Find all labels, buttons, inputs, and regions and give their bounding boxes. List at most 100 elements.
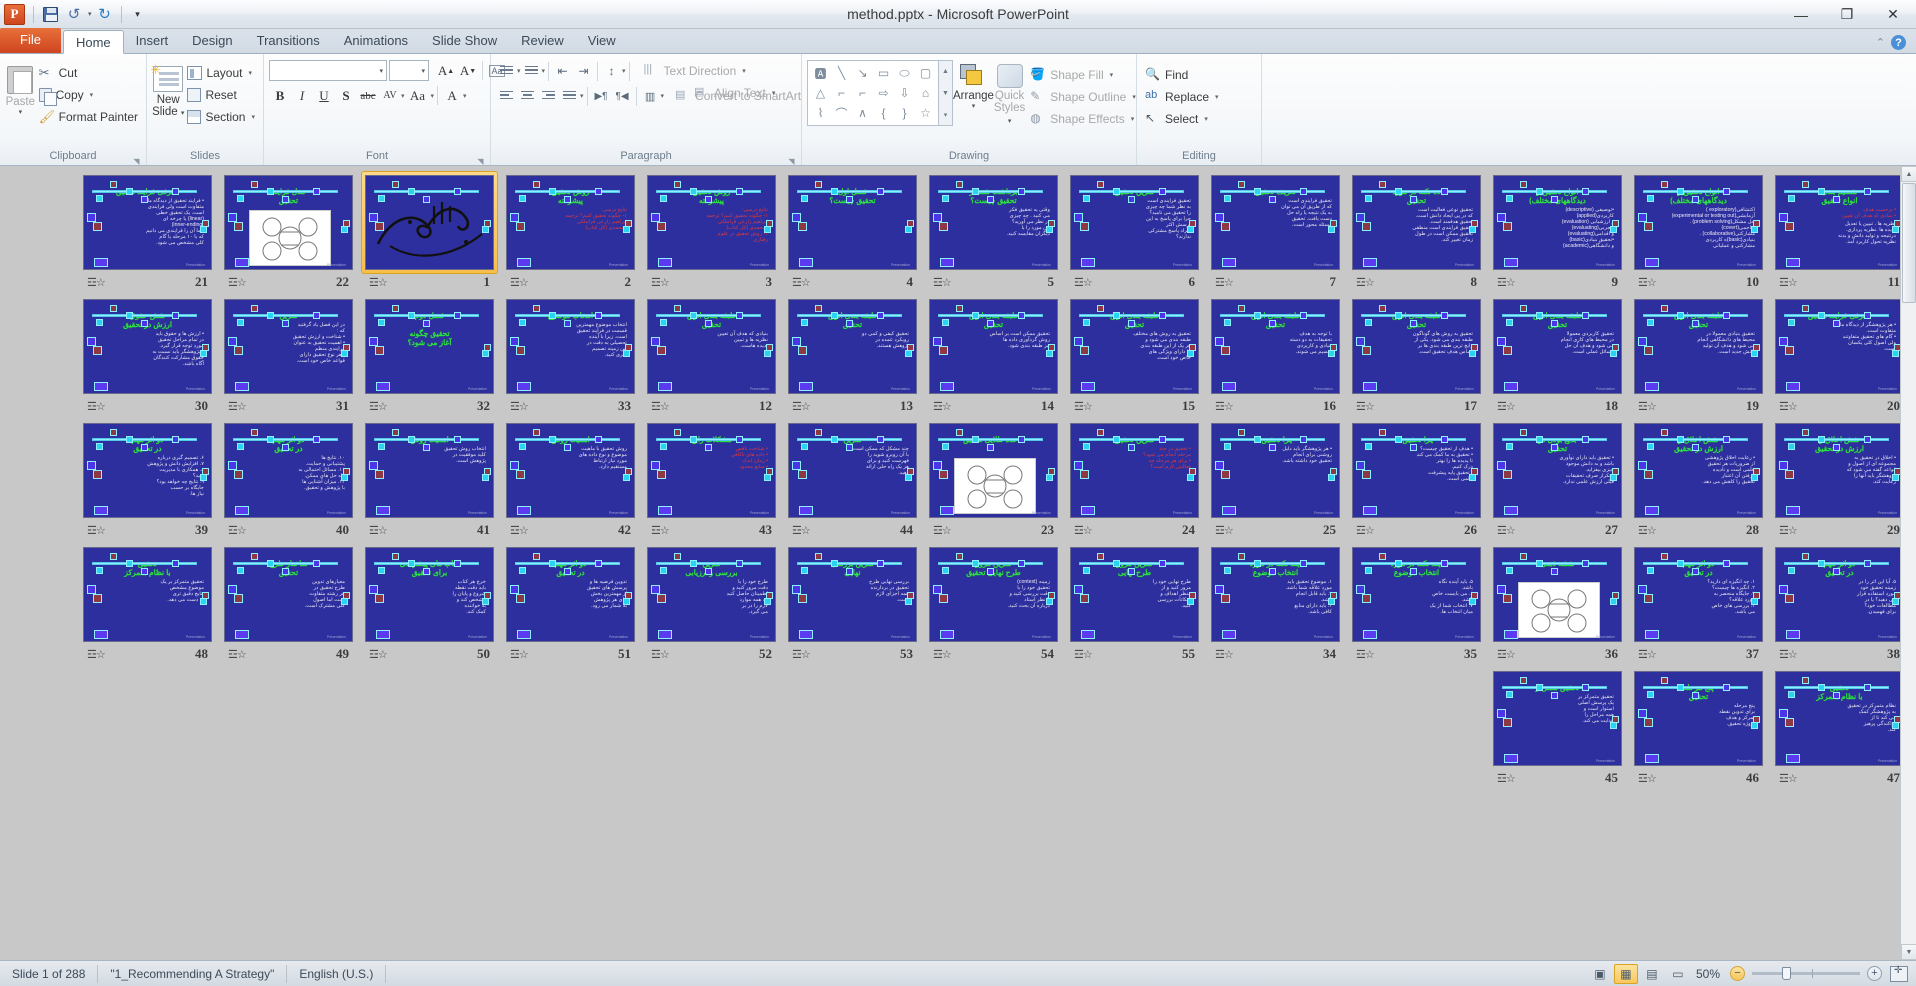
handle[interactable] xyxy=(905,226,912,233)
transition-star-icon[interactable]: ☲☆ xyxy=(651,276,670,289)
transition-star-icon[interactable]: ☲☆ xyxy=(1779,524,1798,537)
handle[interactable] xyxy=(1818,560,1825,567)
transition-star-icon[interactable]: ☲☆ xyxy=(1074,524,1093,537)
handle[interactable] xyxy=(282,568,289,575)
handle[interactable] xyxy=(1365,319,1372,326)
handle[interactable] xyxy=(1269,444,1276,451)
customize-qat-button[interactable]: ▾ xyxy=(127,3,149,25)
handle[interactable] xyxy=(956,553,963,560)
handle[interactable] xyxy=(1471,592,1478,599)
transition-star-icon[interactable]: ☲☆ xyxy=(933,648,952,661)
font-dialog-launcher[interactable]: ◥ xyxy=(476,154,485,166)
slide-thumbnail[interactable]: مشکلات رایج• شناخت ناقص • داده های ناکاف… xyxy=(644,420,779,521)
slide-cell[interactable]: برداشت شما از تحقیق چیست؟وقتی به تحقیق ف… xyxy=(923,169,1064,291)
handle[interactable] xyxy=(1892,722,1899,729)
handle[interactable] xyxy=(942,443,949,450)
handle[interactable] xyxy=(1187,474,1194,481)
handle[interactable] xyxy=(1497,337,1506,346)
handle[interactable] xyxy=(987,196,994,203)
handle[interactable] xyxy=(1551,320,1558,327)
handle[interactable] xyxy=(1497,585,1506,594)
handle[interactable] xyxy=(1506,319,1513,326)
slide-canvas[interactable]: چند نکته در مورد انتخاب موضوع۱. موضوع تح… xyxy=(1211,547,1340,642)
handle[interactable] xyxy=(1644,222,1653,231)
handle[interactable] xyxy=(792,585,801,594)
handle[interactable] xyxy=(1238,181,1245,188)
handle[interactable] xyxy=(764,226,771,233)
handle[interactable] xyxy=(510,585,519,594)
slide-cell[interactable]: پنج مرحله تحقیقپنج مرحله برای تدوین نقطه… xyxy=(1628,665,1769,787)
chevron-down-icon[interactable]: ▾ xyxy=(248,69,252,77)
handle[interactable] xyxy=(1802,305,1809,312)
handle[interactable] xyxy=(1551,692,1558,699)
handle[interactable] xyxy=(202,592,209,599)
slide-cell[interactable]: طبقه بندی انواع تحقیقتحقیق به روش های گو… xyxy=(1346,293,1487,415)
handle[interactable] xyxy=(341,350,348,357)
handle[interactable] xyxy=(623,598,630,605)
transition-star-icon[interactable]: ☲☆ xyxy=(792,400,811,413)
font-color-button[interactable]: A xyxy=(441,85,463,106)
slide-cell[interactable]: تمرین بررسی و ارزیابیطرح خود را با دقت م… xyxy=(641,541,782,663)
align-right-button[interactable] xyxy=(538,86,559,106)
slide-thumbnail[interactable]: دو اثر مهم در تحقیق۶. تصمیم گیری درباره … xyxy=(80,420,215,521)
handle[interactable] xyxy=(423,320,430,327)
transition-star-icon[interactable]: ☲☆ xyxy=(651,400,670,413)
handle[interactable] xyxy=(1503,346,1512,355)
slide-thumbnail[interactable]: انواع تحقیق(ر دیدگاههای مختلف)•توصیفی (d… xyxy=(1490,172,1625,273)
transition-star-icon[interactable]: ☲☆ xyxy=(1356,524,1375,537)
handle[interactable] xyxy=(1080,222,1089,231)
transition-star-icon[interactable]: ☲☆ xyxy=(510,400,529,413)
slide-thumbnail[interactable]: انتخاب موضوعانتخاب موضوع مهمترین قسمت در… xyxy=(503,296,638,397)
handle[interactable] xyxy=(1692,568,1699,575)
handle[interactable] xyxy=(96,195,103,202)
handle[interactable] xyxy=(1610,226,1617,233)
slide-cell[interactable]: معرفی فرایند تحقیق• هر پژوهشگر از دیدگاه… xyxy=(1769,293,1910,415)
handle[interactable] xyxy=(1644,718,1653,727)
handle[interactable] xyxy=(956,181,963,188)
slide-thumbnail[interactable]: روش تحقیق پیشرفتهنتایج درسی: ۱- چگونه تح… xyxy=(644,172,779,273)
slide-canvas[interactable]: طبقه بندی انواع تحقیقتحقیق به روش های مخ… xyxy=(1070,299,1199,394)
handle[interactable] xyxy=(1328,474,1335,481)
slide-thumbnail[interactable]: تقسیم بندی انواع تحقیق• برحسب هدف • بنیا… xyxy=(1772,172,1907,273)
shape-arc[interactable]: ∧ xyxy=(852,103,873,123)
handle[interactable] xyxy=(369,461,378,470)
handle[interactable] xyxy=(1647,567,1654,574)
chevron-down-icon[interactable]: ▾ xyxy=(1132,93,1136,101)
handle[interactable] xyxy=(1224,567,1231,574)
handle[interactable] xyxy=(674,429,681,436)
handle[interactable] xyxy=(369,585,378,594)
handle[interactable] xyxy=(1833,568,1840,575)
slide-canvas[interactable]: معرفی فرایند تحقیق• هر پژوهشگر از دیدگاه… xyxy=(1775,299,1904,394)
transition-star-icon[interactable]: ☲☆ xyxy=(228,276,247,289)
handle[interactable] xyxy=(1159,188,1166,195)
handle[interactable] xyxy=(1833,444,1840,451)
slide-cell[interactable]: تقسیم بندی انواع تحقیق• برحسب هدف • بنیا… xyxy=(1769,169,1910,291)
handle[interactable] xyxy=(87,585,96,594)
transition-star-icon[interactable]: ☲☆ xyxy=(1074,400,1093,413)
slide-canvas[interactable]: مشکلات رایج• شناخت ناقص • داده های ناکاف… xyxy=(647,423,776,518)
handle[interactable] xyxy=(96,443,103,450)
handle[interactable] xyxy=(126,312,133,319)
handle[interactable] xyxy=(831,436,838,443)
handle[interactable] xyxy=(1300,312,1307,319)
slide-thumbnail[interactable]: طبقه بندی انواع تحقیقتحقیق کیفی و کمی دو… xyxy=(785,296,920,397)
slide-canvas[interactable]: دو اثر مهم در تحقیق۱۰. نتایج ها پشتیبانی… xyxy=(224,423,353,518)
gallery-scroll-up[interactable]: ▲ xyxy=(942,61,949,82)
handle[interactable] xyxy=(533,181,540,188)
slide-cell[interactable]: طبقه بندی انواع تحقیقتحقیق ممکن است بر ا… xyxy=(923,293,1064,415)
transition-star-icon[interactable]: ☲☆ xyxy=(792,276,811,289)
chevron-down-icon[interactable]: ▾ xyxy=(1131,115,1135,123)
shrink-font-button[interactable]: A ▼ xyxy=(457,60,479,81)
handle[interactable] xyxy=(341,598,348,605)
handle[interactable] xyxy=(907,344,914,351)
handle[interactable] xyxy=(1892,474,1899,481)
slide-cell[interactable]: مشکلات رایج• شناخت ناقص • داده های ناکاف… xyxy=(641,417,782,539)
handle[interactable] xyxy=(1551,196,1558,203)
handle[interactable] xyxy=(564,320,571,327)
slide-thumbnail[interactable]: دو اثر مهم در تحقیق۱۰. نتایج ها پشتیبانی… xyxy=(221,420,356,521)
slide-canvas[interactable]: تقسیم بندی انواع تحقیق• برحسب هدف • بنیا… xyxy=(1775,175,1904,270)
handle[interactable] xyxy=(1723,436,1730,443)
handle[interactable] xyxy=(987,568,994,575)
handle[interactable] xyxy=(939,346,948,355)
slide-thumbnail[interactable]: پنج مرحله تحقیقپنج مرحله برای تدوین نقطه… xyxy=(1631,668,1766,769)
